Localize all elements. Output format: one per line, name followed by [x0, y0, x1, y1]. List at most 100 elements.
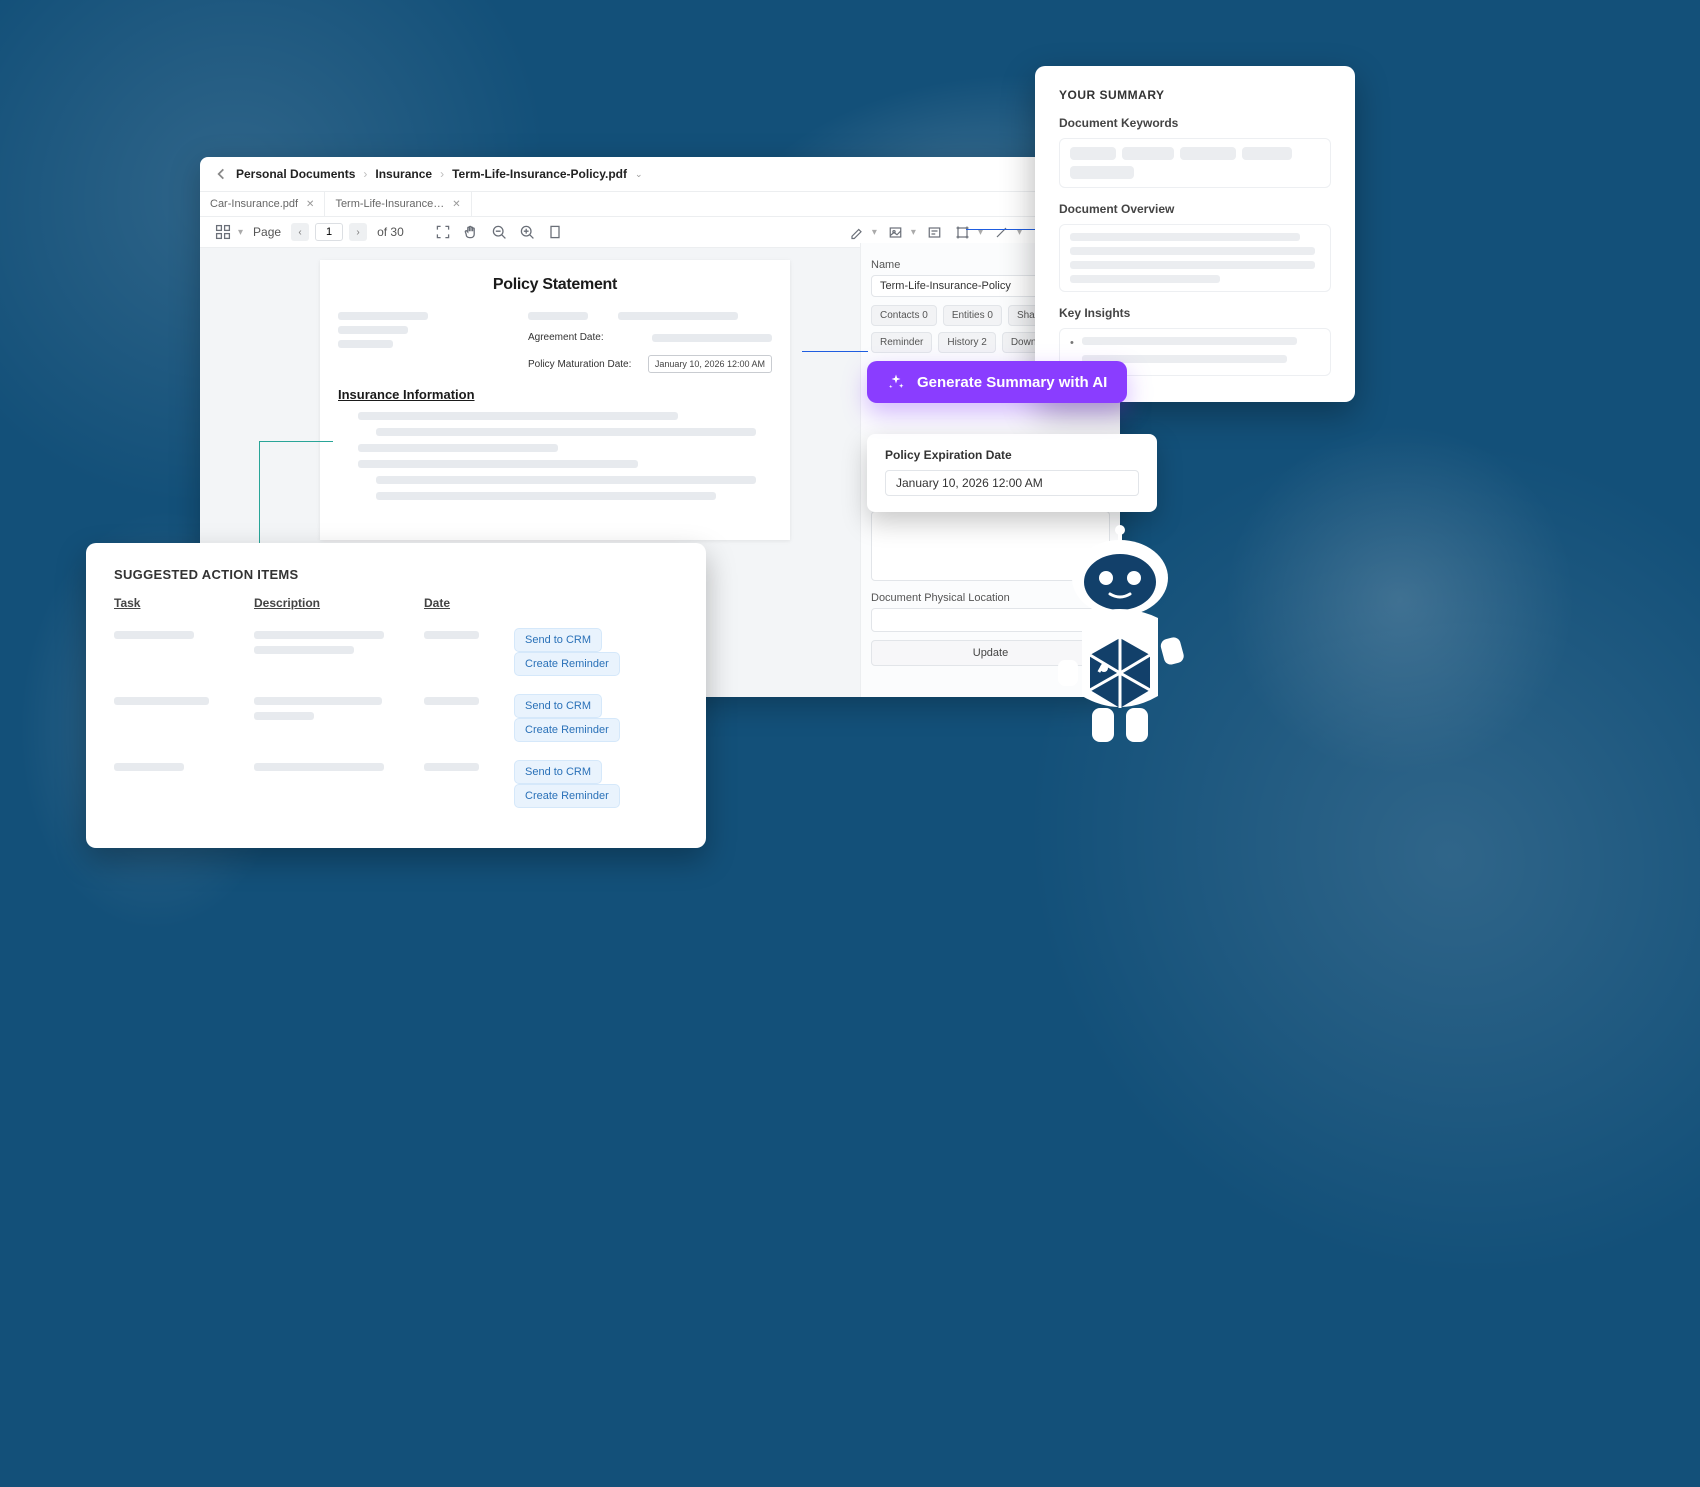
send-to-crm-button[interactable]: Send to CRM: [514, 694, 602, 718]
placeholder-chip: [1180, 147, 1236, 160]
page-prev-button[interactable]: ‹: [291, 223, 309, 241]
action-row: Send to CRMCreate Reminder: [114, 622, 678, 688]
document-title: Policy Statement: [338, 276, 772, 294]
chip-reminder[interactable]: Reminder: [871, 332, 932, 353]
robot-mascot: [1040, 520, 1200, 760]
placeholder-line: [1070, 275, 1220, 283]
placeholder-text: [358, 460, 638, 468]
line-icon[interactable]: [993, 223, 1011, 241]
placeholder-text: [114, 631, 194, 639]
placeholder-text: [254, 712, 314, 720]
create-reminder-button[interactable]: Create Reminder: [514, 718, 620, 742]
breadcrumb-item-3[interactable]: Term-Life-Insurance-Policy.pdf: [452, 167, 627, 181]
placeholder-text: [254, 631, 384, 639]
tab-car-insurance[interactable]: Car-Insurance.pdf ✕: [200, 192, 325, 216]
summary-sect-overview: Document Overview: [1059, 202, 1331, 216]
maturation-date-label: Policy Maturation Date:: [528, 359, 631, 370]
placeholder-text: [424, 763, 479, 771]
breadcrumb-back-icon[interactable]: [214, 167, 228, 181]
tab-bar: Car-Insurance.pdf ✕ Term-Life-Insurance……: [200, 192, 1120, 217]
placeholder-chip: [1070, 166, 1134, 179]
page-nav: ‹ ›: [291, 223, 367, 241]
placeholder-text: [358, 412, 678, 420]
policy-expiration-callout: Policy Expiration Date January 10, 2026 …: [867, 434, 1157, 512]
fullscreen-icon[interactable]: [434, 223, 452, 241]
breadcrumb-item-2[interactable]: Insurance: [375, 167, 432, 181]
tab-term-life[interactable]: Term-Life-Insurance… ✕: [325, 192, 471, 216]
highlighter-icon[interactable]: [848, 223, 866, 241]
chip-history[interactable]: History 2: [938, 332, 995, 353]
create-reminder-button[interactable]: Create Reminder: [514, 652, 620, 676]
placeholder-text: [114, 697, 209, 705]
placeholder-text: [376, 476, 756, 484]
breadcrumb-sep-icon: ›: [363, 167, 367, 181]
placeholder-text: [424, 697, 479, 705]
actions-title: SUGGESTED ACTION ITEMS: [114, 567, 678, 582]
placeholder-text: [528, 312, 588, 320]
expiry-label: Policy Expiration Date: [885, 448, 1139, 462]
breadcrumb: Personal Documents › Insurance › Term-Li…: [200, 157, 1120, 192]
breadcrumb-dropdown-icon[interactable]: ⌄: [635, 169, 643, 180]
placeholder-text: [618, 312, 738, 320]
summary-sect-keywords: Document Keywords: [1059, 116, 1331, 130]
chip-entities[interactable]: Entities 0: [943, 305, 1002, 326]
placeholder-text: [114, 763, 184, 771]
ai-button-label: Generate Summary with AI: [917, 374, 1107, 391]
bullet-icon: •: [1070, 337, 1074, 349]
text-note-icon[interactable]: [926, 223, 944, 241]
document-page: Policy Statement Agreement Date:: [320, 260, 790, 540]
placeholder-chip: [1070, 147, 1116, 160]
chevron-down-icon[interactable]: ▾: [238, 227, 243, 238]
chevron-down-icon[interactable]: ▾: [1017, 227, 1022, 238]
col-date: Date: [424, 596, 514, 622]
chevron-down-icon[interactable]: ▾: [911, 227, 916, 238]
col-task: Task: [114, 596, 254, 622]
placeholder-text: [254, 763, 384, 771]
tab-label: Car-Insurance.pdf: [210, 198, 298, 210]
action-row: Send to CRMCreate Reminder: [114, 688, 678, 754]
placeholder-text: [338, 312, 428, 320]
action-row: Send to CRMCreate Reminder: [114, 754, 678, 820]
page-next-button[interactable]: ›: [349, 223, 367, 241]
agreement-date-label: Agreement Date:: [528, 332, 604, 343]
tab-label: Term-Life-Insurance…: [335, 198, 444, 210]
zoom-in-icon[interactable]: [518, 223, 536, 241]
placeholder-line: [1070, 233, 1300, 241]
close-icon[interactable]: ✕: [452, 199, 460, 210]
send-to-crm-button[interactable]: Send to CRM: [514, 760, 602, 784]
summary-card: YOUR SUMMARY Document Keywords Document …: [1035, 66, 1355, 402]
page-total-label: of 30: [377, 225, 404, 239]
image-icon[interactable]: [887, 223, 905, 241]
placeholder-text: [376, 492, 716, 500]
sparkle-icon: [887, 373, 905, 391]
page-number-input[interactable]: [315, 223, 343, 241]
view-mode-icon[interactable]: [214, 223, 232, 241]
zoom-out-icon[interactable]: [490, 223, 508, 241]
generate-summary-ai-button[interactable]: Generate Summary with AI: [867, 361, 1127, 403]
placeholder-text: [358, 444, 558, 452]
send-to-crm-button[interactable]: Send to CRM: [514, 628, 602, 652]
breadcrumb-item-1[interactable]: Personal Documents: [236, 167, 355, 181]
summary-sect-insights: Key Insights: [1059, 306, 1331, 320]
placeholder-line: [1070, 247, 1315, 255]
chevron-down-icon[interactable]: ▾: [978, 227, 983, 238]
chevron-down-icon[interactable]: ▾: [872, 227, 877, 238]
section-heading-insurance: Insurance Information: [338, 387, 772, 402]
placeholder-text: [376, 428, 756, 436]
placeholder-text: [338, 340, 393, 348]
crop-icon[interactable]: [954, 223, 972, 241]
chip-contacts[interactable]: Contacts 0: [871, 305, 937, 326]
hand-icon[interactable]: [462, 223, 480, 241]
page-width-icon[interactable]: [546, 223, 564, 241]
placeholder-text: [652, 334, 772, 342]
placeholder-line: [1070, 261, 1315, 269]
placeholder-text: [424, 631, 479, 639]
create-reminder-button[interactable]: Create Reminder: [514, 784, 620, 808]
placeholder-text: [338, 326, 408, 334]
close-icon[interactable]: ✕: [306, 199, 314, 210]
col-desc: Description: [254, 596, 424, 622]
placeholder-chip: [1242, 147, 1292, 160]
suggested-actions-card: SUGGESTED ACTION ITEMS Task Description …: [86, 543, 706, 848]
placeholder-chip: [1122, 147, 1174, 160]
breadcrumb-sep-icon: ›: [440, 167, 444, 181]
